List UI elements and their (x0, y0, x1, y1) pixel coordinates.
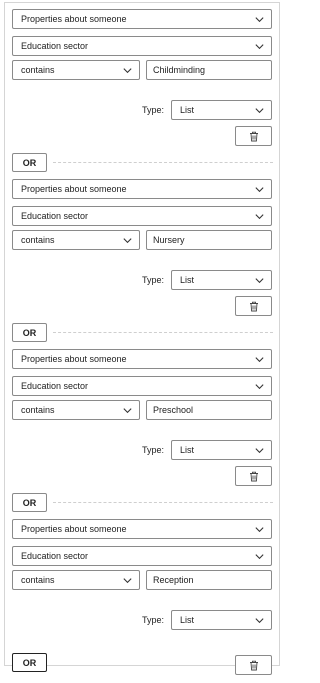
chevron-down-icon (255, 108, 264, 114)
chevron-down-icon (255, 527, 264, 533)
trash-icon (249, 301, 258, 311)
type-value: List (180, 615, 195, 625)
divider (53, 502, 273, 503)
field-label: Education sector (21, 551, 89, 561)
criteria-group: Properties about someone Education secto… (5, 3, 279, 173)
operator-label: contains (21, 235, 55, 245)
or-button[interactable]: OR (12, 493, 47, 512)
chevron-down-icon (255, 384, 264, 390)
value-input[interactable]: Reception (146, 570, 272, 590)
field-label: Education sector (21, 381, 89, 391)
chevron-down-icon (255, 17, 264, 23)
operator-dropdown[interactable]: contains (12, 400, 140, 420)
chevron-down-icon (123, 578, 132, 584)
chevron-down-icon (255, 44, 264, 50)
trash-icon (249, 131, 258, 141)
field-dropdown[interactable]: Education sector (12, 546, 272, 566)
or-label: OR (22, 157, 37, 168)
value-text: Childminding (153, 65, 206, 75)
criteria-group: Properties about someone Education secto… (5, 173, 279, 343)
delete-button[interactable] (235, 126, 272, 146)
type-label: Type: (142, 105, 165, 115)
property-dropdown[interactable]: Properties about someone (12, 349, 272, 369)
divider (53, 332, 273, 333)
field-label: Education sector (21, 41, 89, 51)
or-label: OR (22, 497, 37, 508)
delete-button[interactable] (235, 296, 272, 316)
operator-dropdown[interactable]: contains (12, 570, 140, 590)
or-label: OR (22, 657, 37, 668)
type-dropdown[interactable]: List (171, 610, 272, 630)
filter-panel: Properties about someone Education secto… (4, 2, 280, 675)
chevron-down-icon (123, 68, 132, 74)
property-dropdown[interactable]: Properties about someone (12, 9, 272, 29)
operator-label: contains (21, 575, 55, 585)
type-dropdown[interactable]: List (171, 100, 272, 120)
type-value: List (180, 105, 195, 115)
chevron-down-icon (255, 278, 264, 284)
property-label: Properties about someone (21, 14, 127, 24)
field-dropdown[interactable]: Education sector (12, 376, 272, 396)
operator-label: contains (21, 65, 55, 75)
delete-button[interactable] (235, 466, 272, 486)
property-label: Properties about someone (21, 354, 127, 364)
criteria-group: Properties about someone Education secto… (5, 513, 279, 683)
operator-dropdown[interactable]: contains (12, 230, 140, 250)
or-button[interactable]: OR (12, 323, 47, 342)
type-label: Type: (142, 445, 165, 455)
chevron-down-icon (123, 408, 132, 414)
type-label: Type: (142, 615, 165, 625)
operator-label: contains (21, 405, 55, 415)
chevron-down-icon (123, 238, 132, 244)
type-dropdown[interactable]: List (171, 270, 272, 290)
chevron-down-icon (255, 187, 264, 193)
property-dropdown[interactable]: Properties about someone (12, 179, 272, 199)
or-button[interactable]: OR (12, 653, 47, 672)
trash-icon (249, 660, 258, 670)
chevron-down-icon (255, 214, 264, 220)
chevron-down-icon (255, 448, 264, 454)
value-input[interactable]: Preschool (146, 400, 272, 420)
field-dropdown[interactable]: Education sector (12, 206, 272, 226)
type-value: List (180, 275, 195, 285)
chevron-down-icon (255, 357, 264, 363)
operator-dropdown[interactable]: contains (12, 60, 140, 80)
chevron-down-icon (255, 618, 264, 624)
type-label: Type: (142, 275, 165, 285)
field-label: Education sector (21, 211, 89, 221)
type-value: List (180, 445, 195, 455)
or-button[interactable]: OR (12, 153, 47, 172)
field-dropdown[interactable]: Education sector (12, 36, 272, 56)
property-label: Properties about someone (21, 184, 127, 194)
value-input[interactable]: Nursery (146, 230, 272, 250)
delete-button[interactable] (235, 655, 272, 675)
value-text: Reception (153, 575, 194, 585)
value-input[interactable]: Childminding (146, 60, 272, 80)
divider (53, 162, 273, 163)
property-label: Properties about someone (21, 524, 127, 534)
property-dropdown[interactable]: Properties about someone (12, 519, 272, 539)
value-text: Preschool (153, 405, 194, 415)
trash-icon (249, 471, 258, 481)
criteria-group: Properties about someone Education secto… (5, 343, 279, 513)
value-text: Nursery (153, 235, 185, 245)
type-dropdown[interactable]: List (171, 440, 272, 460)
or-label: OR (22, 327, 37, 338)
chevron-down-icon (255, 554, 264, 560)
